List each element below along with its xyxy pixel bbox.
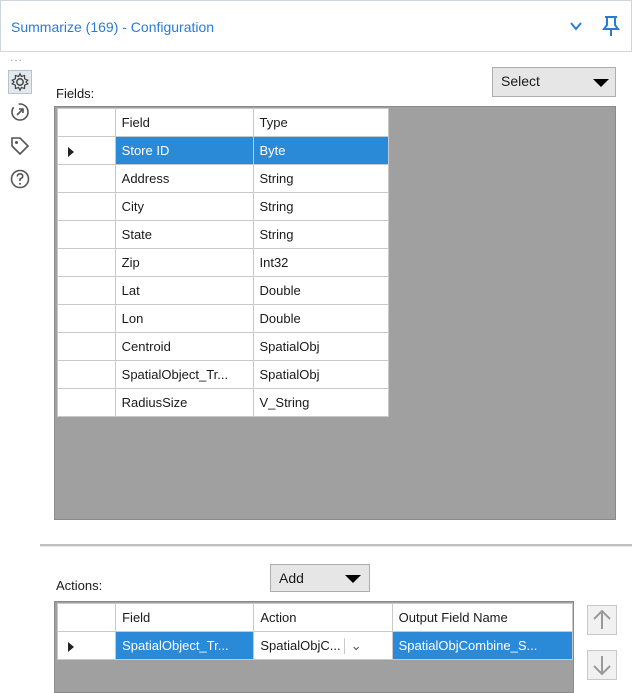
table-row[interactable]: SpatialObject_Tr... SpatialObj [57,360,389,389]
type-cell[interactable]: Byte [252,136,389,165]
field-cell[interactable]: Centroid [114,332,254,361]
type-cell[interactable]: Double [252,304,389,333]
table-row[interactable]: Lon Double [57,304,389,333]
type-cell[interactable]: V_String [252,388,389,417]
pin-icon[interactable] [601,15,621,37]
arrow-circle-icon[interactable] [9,101,31,123]
action-cell[interactable]: SpatialObjC... ⌄ [253,631,393,660]
fields-table-header: Field Type [57,108,389,137]
actions-table: Field Action Output Field Name SpatialOb… [56,603,574,660]
row-pointer-icon [68,641,74,652]
fields-grid: Field Type Store ID Byte Address String … [54,106,616,520]
type-cell[interactable]: String [252,164,389,193]
type-cell[interactable]: SpatialObj [252,332,389,361]
field-cell[interactable]: Lon [114,304,254,333]
field-cell[interactable]: Lat [114,276,254,305]
column-header-field[interactable]: Field [114,108,254,137]
type-cell[interactable]: String [252,192,389,221]
config-title-bar: Summarize (169) - Configuration [0,0,632,52]
type-cell[interactable]: SpatialObj [252,360,389,389]
arrow-up-icon [593,609,611,629]
table-row[interactable]: SpatialObject_Tr... SpatialObjC... ⌄ Spa… [56,631,574,660]
field-cell[interactable]: Zip [114,248,254,277]
row-header-corner [57,108,116,137]
row-header[interactable] [57,276,116,305]
output-field-name-cell[interactable]: SpatialObjCombine_S... [391,631,574,660]
row-header-corner [56,603,117,632]
dropdown-arrow-icon [593,79,609,87]
type-cell[interactable]: String [252,220,389,249]
select-dropdown-label: Select [501,73,540,89]
row-header[interactable] [57,304,116,333]
field-cell[interactable]: Store ID [114,136,254,165]
column-header-output-field-name[interactable]: Output Field Name [391,603,574,632]
table-row[interactable]: City String [57,192,389,221]
action-value: SpatialObjC... [260,637,341,653]
table-row[interactable]: Lat Double [57,276,389,305]
add-dropdown[interactable]: Add [270,564,370,592]
column-header-type[interactable]: Type [252,108,389,137]
field-cell[interactable]: State [114,220,254,249]
row-header[interactable] [57,220,116,249]
action-field-cell[interactable]: SpatialObject_Tr... [115,631,255,660]
panel-splitter[interactable] [40,544,632,547]
window-title: Summarize (169) - Configuration [11,19,215,35]
field-cell[interactable]: Address [114,164,254,193]
field-cell[interactable]: RadiusSize [114,388,254,417]
type-cell[interactable]: Double [252,276,389,305]
table-row[interactable]: State String [57,220,389,249]
actions-label: Actions: [56,578,103,593]
row-header[interactable] [57,248,116,277]
arrow-down-icon [593,656,611,676]
actions-grid: Field Action Output Field Name SpatialOb… [54,601,574,693]
row-header[interactable] [57,164,116,193]
column-header-action[interactable]: Action [253,603,393,632]
table-row[interactable]: Centroid SpatialObj [57,332,389,361]
row-header[interactable] [57,136,116,165]
row-header[interactable] [57,332,116,361]
table-row[interactable]: RadiusSize V_String [57,388,389,417]
column-header-field[interactable]: Field [115,603,255,632]
field-cell[interactable]: City [114,192,254,221]
table-row[interactable]: Zip Int32 [57,248,389,277]
tag-icon[interactable] [9,135,31,157]
type-cell[interactable]: Int32 [252,248,389,277]
move-up-button[interactable] [587,605,617,635]
row-header[interactable] [57,192,116,221]
select-dropdown[interactable]: Select [492,67,616,97]
action-dropdown-chevron-icon[interactable]: ⌄ [344,637,367,654]
actions-table-header: Field Action Output Field Name [56,603,574,632]
help-icon[interactable] [9,168,31,190]
fields-table: Field Type Store ID Byte Address String … [57,108,389,417]
gear-icon[interactable] [8,70,32,94]
chevron-down-icon[interactable] [567,17,585,35]
fields-label: Fields: [56,86,95,101]
more-dots[interactable]: ... [10,50,23,64]
row-header[interactable] [56,631,117,660]
table-row[interactable]: Store ID Byte [57,136,389,165]
dropdown-arrow-icon [345,575,361,583]
move-down-button[interactable] [587,650,617,680]
row-header[interactable] [57,360,116,389]
field-cell[interactable]: SpatialObject_Tr... [114,360,254,389]
add-dropdown-label: Add [279,570,304,586]
row-header[interactable] [57,388,116,417]
table-row[interactable]: Address String [57,164,389,193]
row-pointer-icon [68,146,74,157]
